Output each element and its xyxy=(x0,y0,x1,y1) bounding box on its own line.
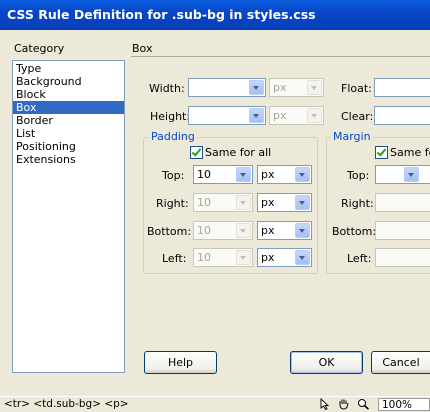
height-unit-value: px xyxy=(273,109,287,122)
chevron-down-icon[interactable] xyxy=(295,195,310,210)
title-bar[interactable]: CSS Rule Definition for .sub-bg in style… xyxy=(0,0,430,30)
clear-label: Clear: xyxy=(341,110,374,123)
category-item-block[interactable]: Block xyxy=(13,88,124,101)
category-item-border[interactable]: Border xyxy=(13,114,124,127)
section-divider xyxy=(131,56,430,57)
zoom-value: 100% xyxy=(382,399,413,411)
section-title: Box xyxy=(132,42,153,55)
width-unit-select: px xyxy=(269,78,324,97)
tag-selector[interactable]: <tr> <td.sub-bg> <p> xyxy=(4,398,129,410)
category-item-background[interactable]: Background xyxy=(13,75,124,88)
margin-same-checkbox[interactable] xyxy=(375,146,388,159)
zoom-select[interactable]: 100% xyxy=(378,398,430,411)
chevron-down-icon xyxy=(236,223,251,238)
category-item-list[interactable]: List xyxy=(13,127,124,140)
padding-right-label: Right: xyxy=(156,197,189,210)
margin-left-combo xyxy=(375,248,430,267)
padding-top-label: Top: xyxy=(162,169,185,182)
padding-bottom-unit-select[interactable]: px xyxy=(257,221,312,240)
chevron-down-icon[interactable] xyxy=(236,167,251,182)
padding-left-value: 10 xyxy=(197,251,211,264)
padding-bottom-combo: 10 xyxy=(193,221,253,240)
margin-bottom-combo xyxy=(375,221,430,240)
padding-top-combo[interactable]: 10 xyxy=(193,165,253,184)
width-unit-value: px xyxy=(273,81,287,94)
padding-left-label: Left: xyxy=(162,252,187,265)
padding-right-value: 10 xyxy=(197,196,211,209)
margin-right-combo xyxy=(375,193,430,212)
category-item-positioning[interactable]: Positioning xyxy=(13,140,124,153)
chevron-down-icon xyxy=(236,250,251,265)
margin-right-label: Right: xyxy=(341,197,374,210)
height-combo[interactable] xyxy=(188,106,266,125)
chevron-down-icon[interactable] xyxy=(295,167,310,182)
zoom-icon[interactable] xyxy=(357,398,370,410)
padding-top-unit: px xyxy=(261,168,275,181)
padding-legend: Padding xyxy=(149,130,197,143)
padding-left-unit-select[interactable]: px xyxy=(257,248,312,267)
padding-bottom-value: 10 xyxy=(197,224,211,237)
width-label: Width: xyxy=(149,82,185,95)
margin-left-label: Left: xyxy=(347,252,372,265)
padding-left-combo: 10 xyxy=(193,248,253,267)
margin-bottom-label: Bottom: xyxy=(332,225,377,238)
padding-top-value: 10 xyxy=(197,168,211,181)
padding-top-unit-select[interactable]: px xyxy=(257,165,312,184)
height-unit-select: px xyxy=(269,106,324,125)
clear-select[interactable] xyxy=(374,106,430,125)
width-combo[interactable] xyxy=(188,78,266,97)
margin-top-combo[interactable] xyxy=(375,165,430,184)
chevron-down-icon xyxy=(307,80,322,95)
margin-same-label: Same fo xyxy=(390,146,430,159)
status-bar: <tr> <td.sub-bg> <p> 100% xyxy=(0,396,430,412)
category-label: Category xyxy=(14,42,65,55)
chevron-down-icon[interactable] xyxy=(249,80,264,95)
chevron-down-icon xyxy=(307,108,322,123)
margin-legend: Margin xyxy=(331,130,373,143)
padding-left-unit: px xyxy=(261,251,275,264)
ok-button[interactable]: OK xyxy=(290,351,363,374)
padding-bottom-label: Bottom: xyxy=(147,225,192,238)
padding-same-checkbox[interactable] xyxy=(190,146,203,159)
chevron-down-icon[interactable] xyxy=(404,167,419,182)
padding-right-combo: 10 xyxy=(193,193,253,212)
height-label: Height: xyxy=(150,110,191,123)
padding-right-unit-select[interactable]: px xyxy=(257,193,312,212)
category-item-type[interactable]: Type xyxy=(13,62,124,75)
padding-right-unit: px xyxy=(261,196,275,209)
chevron-down-icon[interactable] xyxy=(295,250,310,265)
chevron-down-icon[interactable] xyxy=(249,108,264,123)
chevron-down-icon xyxy=(236,195,251,210)
chevron-down-icon[interactable] xyxy=(295,223,310,238)
padding-same-label: Same for all xyxy=(205,146,272,159)
cancel-button[interactable]: Cancel xyxy=(371,351,430,374)
window-title: CSS Rule Definition for .sub-bg in style… xyxy=(7,7,316,22)
hand-icon[interactable] xyxy=(337,398,350,410)
pointer-icon[interactable] xyxy=(318,398,331,410)
category-item-extensions[interactable]: Extensions xyxy=(13,153,124,166)
margin-top-label: Top: xyxy=(347,169,370,182)
category-list[interactable]: Type Background Block Box Border List Po… xyxy=(12,60,125,373)
padding-bottom-unit: px xyxy=(261,224,275,237)
help-button[interactable]: Help xyxy=(144,351,217,374)
float-label: Float: xyxy=(341,82,372,95)
category-item-box[interactable]: Box xyxy=(13,101,124,114)
float-select[interactable] xyxy=(374,78,430,97)
